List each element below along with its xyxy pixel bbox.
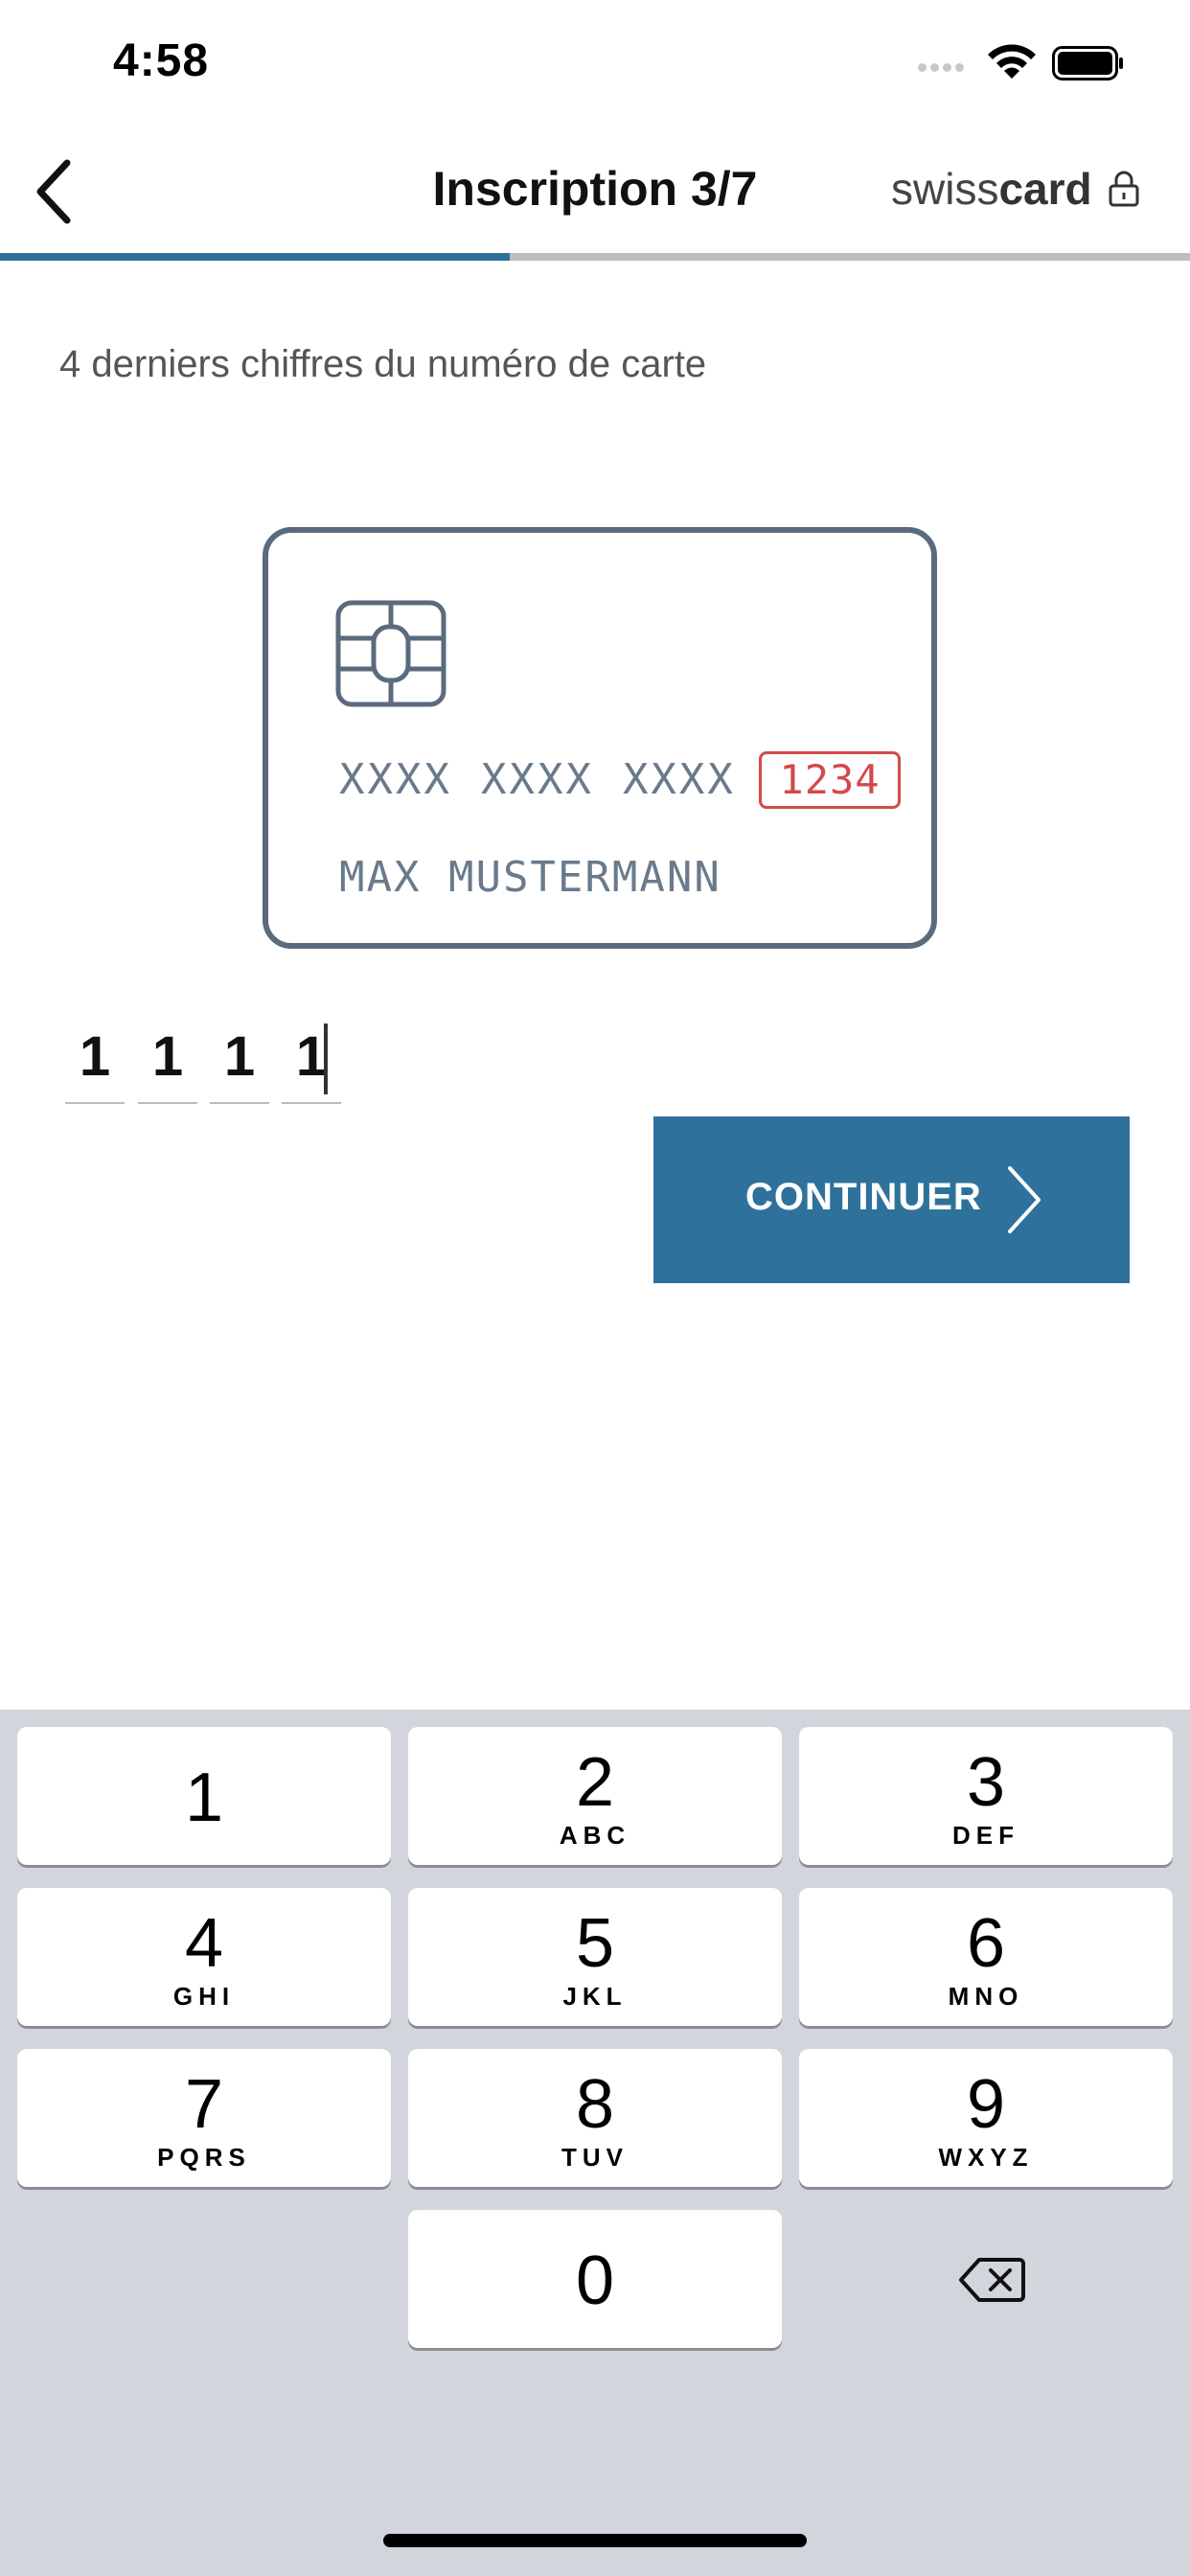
brand-logo-bold: card (998, 164, 1092, 214)
digit-field[interactable]: 1 (282, 1016, 341, 1104)
brand-logo: swisscard (891, 163, 1140, 215)
card-number-group: XXXX (622, 755, 736, 804)
card-number-group: XXXX (480, 755, 594, 804)
continue-button[interactable]: CONTINUER (653, 1116, 1130, 1283)
wifi-icon (988, 44, 1036, 79)
chip-icon (335, 600, 446, 707)
progress-bar (0, 253, 1190, 261)
cellular-signal-icon (918, 59, 968, 77)
key-digit: 6 (966, 1905, 1006, 1982)
key-4[interactable]: 4 GHI (17, 1888, 391, 2026)
digit-field[interactable]: 1 (65, 1016, 125, 1104)
status-bar: 4:58 (0, 0, 1190, 125)
text-cursor (324, 1024, 328, 1094)
key-digit: 9 (966, 2066, 1006, 2143)
delete-key[interactable] (801, 2210, 1175, 2348)
key-letters: ABC (559, 1821, 631, 1850)
key-2[interactable]: 2 ABC (408, 1727, 782, 1865)
key-3[interactable]: 3 DEF (799, 1727, 1173, 1865)
header: Inscription 3/7 swisscard (0, 125, 1190, 254)
key-digit: 2 (575, 1744, 615, 1821)
home-indicator (383, 2534, 807, 2547)
digit-field[interactable]: 1 (138, 1016, 197, 1104)
lock-icon (1109, 171, 1139, 207)
key-digit: 4 (184, 1905, 224, 1982)
key-digit: 7 (184, 2066, 224, 2143)
key-letters: GHI (172, 1982, 236, 2011)
key-letters: JKL (562, 1982, 628, 2011)
backspace-icon (959, 2258, 1025, 2302)
card-holder-name: MAX MUSTERMANN (339, 853, 721, 902)
key-5[interactable]: 5 JKL (408, 1888, 782, 2026)
key-letters: PQRS (157, 2143, 251, 2172)
card-illustration: XXXX XXXX XXXX 1234 MAX MUSTERMANN (263, 527, 937, 949)
key-digit: 8 (575, 2066, 615, 2143)
brand-logo-light: swiss (891, 164, 999, 214)
card-number-masked: XXXX XXXX XXXX (339, 755, 765, 804)
numeric-keypad: 1 2 ABC 3 DEF 4 GHI 5 JKL 6 MNO 7 PQRS 8… (0, 1710, 1190, 2576)
digit-field[interactable]: 1 (210, 1016, 269, 1104)
status-time: 4:58 (113, 35, 210, 86)
key-letters: TUV (561, 2143, 629, 2172)
continue-button-label: CONTINUER (745, 1176, 982, 1218)
key-digit: 5 (575, 1905, 615, 1982)
progress-bar-fill (0, 253, 511, 261)
battery-icon (1052, 46, 1123, 80)
key-1[interactable]: 1 (17, 1727, 391, 1865)
key-letters: MNO (948, 1982, 1024, 2011)
key-digit: 0 (575, 2242, 615, 2319)
key-8[interactable]: 8 TUV (408, 2049, 782, 2187)
key-9[interactable]: 9 WXYZ (799, 2049, 1173, 2187)
key-letters: DEF (952, 1821, 1019, 1850)
key-0[interactable]: 0 (408, 2210, 782, 2348)
instruction-label: 4 derniers chiffres du numéro de carte (59, 343, 707, 385)
key-7[interactable]: 7 PQRS (17, 2049, 391, 2187)
key-digit: 1 (184, 1760, 224, 1836)
card-number-group: XXXX (339, 755, 452, 804)
key-letters: WXYZ (938, 2143, 1034, 2172)
key-digit: 3 (966, 1744, 1006, 1821)
chevron-right-icon (1008, 1166, 1041, 1233)
card-last-four-highlight: 1234 (759, 751, 901, 809)
key-6[interactable]: 6 MNO (799, 1888, 1173, 2026)
